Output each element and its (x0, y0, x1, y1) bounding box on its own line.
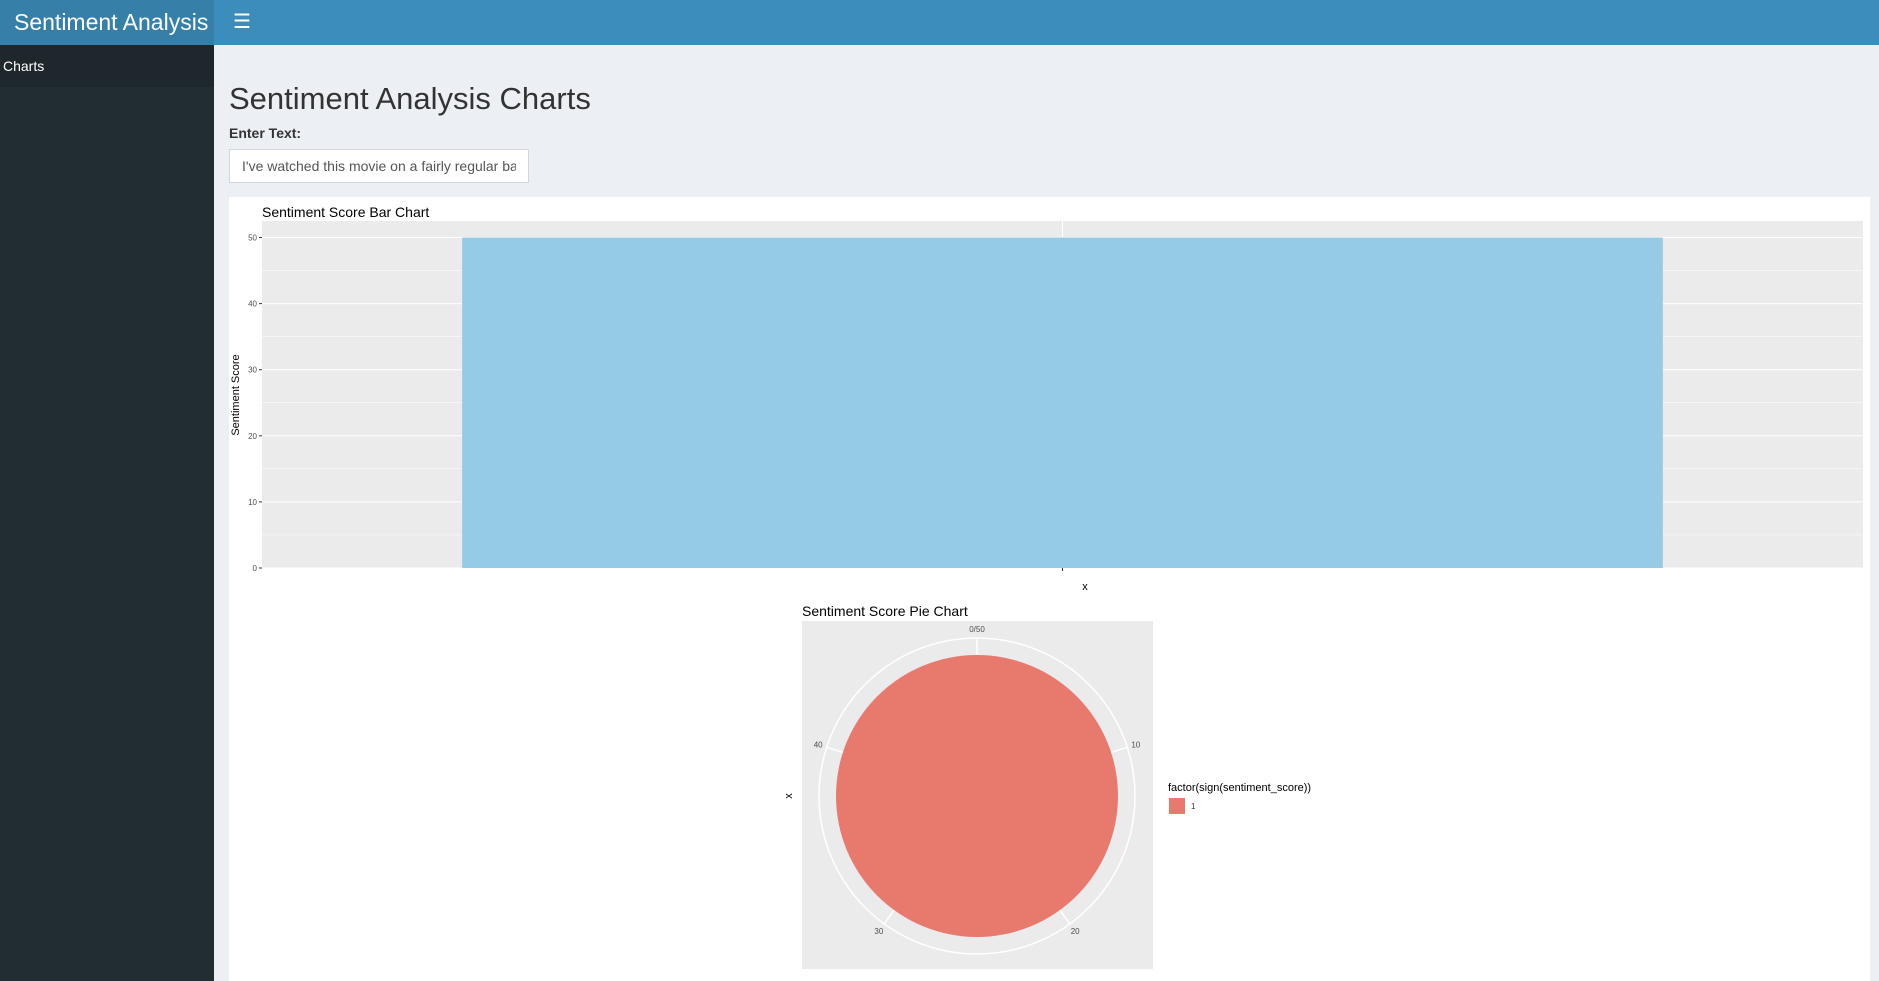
charts-svg: Sentiment Score Bar Chart 01020304050 x … (230, 204, 1863, 969)
app-logo[interactable]: Sentiment Analysis (0, 0, 214, 45)
pie-angle-label: 20 (1071, 927, 1080, 936)
pie-slice (836, 655, 1118, 937)
bar-chart-title: Sentiment Score Bar Chart (262, 204, 429, 220)
pie-angle-label: 10 (1131, 740, 1140, 749)
pie-angle-label: 0/50 (969, 625, 985, 634)
bar-chart-x-label: x (1082, 581, 1088, 593)
pie-legend-swatch (1169, 798, 1185, 814)
page-title: Sentiment Analysis Charts (229, 81, 591, 116)
bar-y-tick-label: 40 (248, 300, 257, 309)
pie-chart-title: Sentiment Score Pie Chart (802, 603, 968, 619)
bar-chart-bar (462, 237, 1663, 568)
sidebar-item-charts[interactable]: Charts (0, 45, 214, 87)
sidebar: Charts (0, 45, 214, 981)
bar-y-tick-label: 10 (248, 498, 257, 507)
pie-chart-slices (836, 655, 1118, 937)
top-navbar: ☰ (214, 0, 1879, 45)
pie-angle-label: 30 (874, 927, 883, 936)
bar-y-tick-label: 30 (248, 366, 257, 375)
text-input[interactable] (229, 149, 529, 183)
main-content: Sentiment Analysis Charts Enter Text: Se… (214, 45, 1879, 981)
bar-chart-y-label: Sentiment Score (230, 354, 242, 435)
hamburger-icon[interactable]: ☰ (230, 10, 254, 34)
pie-chart-x-label: x (783, 793, 795, 799)
bar-chart-bars (462, 237, 1663, 568)
pie-angle-label: 40 (814, 740, 823, 749)
plot-output: Sentiment Score Bar Chart 0 10 20 30 40 50 x … (229, 197, 1870, 981)
text-input-label: Enter Text: (229, 125, 302, 141)
bar-y-tick-label: 0 (253, 564, 258, 573)
bar-y-tick-label: 50 (248, 234, 257, 243)
bar-y-tick-label: 20 (248, 432, 257, 441)
pie-legend-title: factor(sign(sentiment_score)) (1168, 782, 1311, 794)
pie-legend-entry: 1 (1191, 802, 1196, 811)
